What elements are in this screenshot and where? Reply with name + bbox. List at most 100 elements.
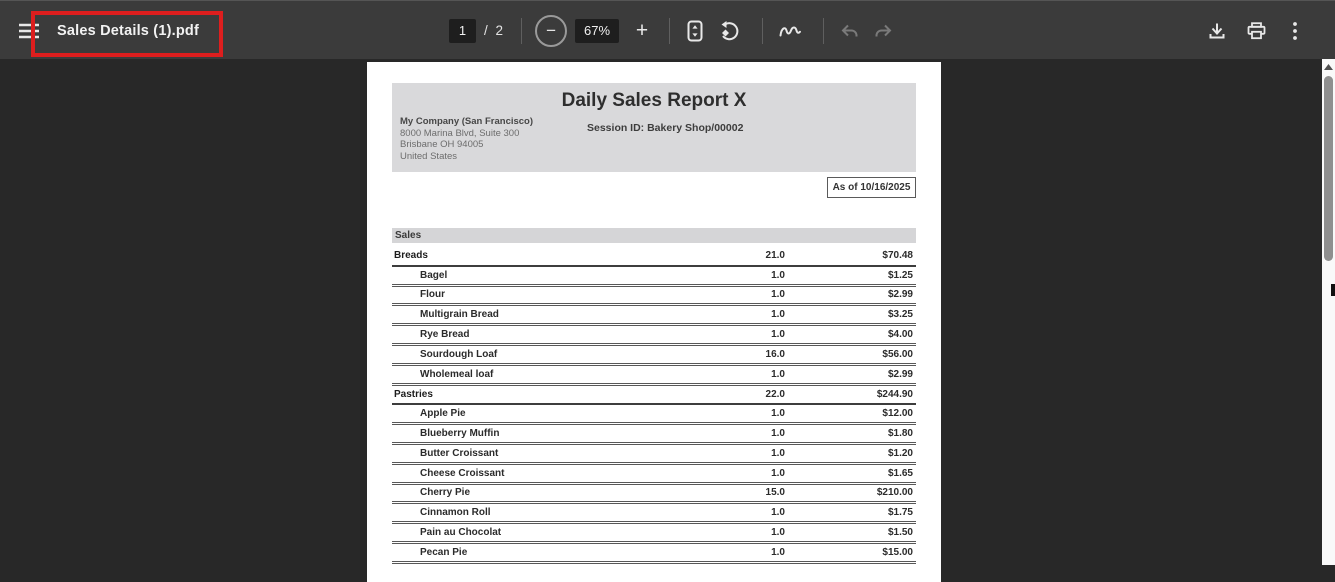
table-cell-qty: 15.0 — [765, 487, 785, 499]
table-cell-qty: 1.0 — [771, 507, 785, 519]
table-cell-amount: $244.90 — [876, 388, 913, 400]
toolbar-left-group — [0, 1, 46, 60]
item-row: Cherry Pie 15.0 $210.00 — [392, 485, 916, 505]
more-options-button[interactable] — [1278, 14, 1312, 48]
page-count-label: / 2 — [484, 23, 505, 38]
redo-button[interactable] — [866, 14, 900, 48]
table-cell-qty: 1.0 — [771, 527, 785, 539]
rotate-button[interactable] — [712, 14, 746, 48]
table-cell-qty: 1.0 — [771, 546, 785, 558]
table-cell-name: Breads — [394, 250, 428, 262]
table-cell-qty: 1.0 — [771, 309, 785, 321]
annotate-button[interactable] — [773, 14, 807, 48]
table-cell-qty: 1.0 — [771, 368, 785, 380]
item-row: Rye Bread 1.0 $4.00 — [392, 326, 916, 346]
item-row: Cheese Croissant 1.0 $1.65 — [392, 465, 916, 485]
item-row: Bagel 1.0 $1.25 — [392, 267, 916, 287]
table-cell-qty: 16.0 — [765, 348, 785, 360]
zoom-out-button[interactable]: − — [535, 14, 568, 47]
zoom-in-button[interactable]: + — [631, 19, 653, 43]
session-id: Session ID: Bakery Shop/00002 — [587, 122, 744, 134]
zoom-level-value: 67% — [584, 23, 611, 38]
table-cell-qty: 1.0 — [771, 467, 785, 479]
zoom-level-display[interactable]: 67% — [575, 18, 620, 43]
undo-button[interactable] — [832, 14, 866, 48]
item-row: Multigrain Bread 1.0 $3.25 — [392, 306, 916, 327]
toolbar-separator — [669, 17, 671, 44]
item-row: Wholemeal loaf 1.0 $2.99 — [392, 366, 916, 386]
toolbar-separator — [823, 17, 825, 44]
table-cell-amount: $1.75 — [887, 507, 913, 519]
table-cell-name: Bagel — [420, 269, 448, 281]
table-cell-name: Sourdough Loaf — [420, 348, 498, 360]
item-row: Butter Croissant 1.0 $1.20 — [392, 445, 916, 465]
kebab-menu-icon — [1293, 21, 1297, 40]
as-of-date-box: As of 10/16/2025 — [827, 177, 916, 198]
toolbar-center-group: / 2 − 67% + — [443, 1, 900, 60]
pdf-viewer-canvas: Daily Sales Report X My Company (San Fra… — [0, 59, 1335, 582]
download-icon — [1209, 23, 1225, 38]
table-cell-name: Cherry Pie — [420, 487, 471, 499]
table-cell-name: Pain au Chocolat — [420, 527, 502, 539]
table-cell-qty: 1.0 — [771, 289, 785, 301]
scroll-up-arrow-icon — [1324, 64, 1333, 70]
category-row: Breads 21.0 $70.48 — [392, 247, 916, 267]
table-cell-amount: $15.00 — [882, 546, 913, 558]
report-header-box: Daily Sales Report X My Company (San Fra… — [392, 83, 916, 172]
vertical-scrollbar[interactable] — [1322, 59, 1335, 565]
fit-page-icon — [687, 20, 703, 41]
table-cell-name: Cinnamon Roll — [420, 507, 491, 519]
scrollbar-up-button[interactable] — [1322, 61, 1335, 73]
rotate-counterclockwise-icon — [721, 20, 739, 40]
table-cell-qty: 1.0 — [771, 447, 785, 459]
item-row: Sourdough Loaf 16.0 $56.00 — [392, 346, 916, 366]
print-button[interactable] — [1239, 14, 1273, 48]
table-cell-amount: $1.50 — [887, 527, 913, 539]
item-row: Cinnamon Roll 1.0 $1.75 — [392, 504, 916, 525]
menu-button[interactable] — [12, 14, 46, 48]
table-cell-amount: $1.80 — [887, 428, 913, 440]
toolbar-separator — [521, 17, 523, 44]
toolbar-right-group — [1200, 1, 1312, 60]
minus-icon: − — [546, 21, 557, 40]
pdf-viewer-toolbar: Sales Details (1).pdf / 2 − 67% + — [0, 0, 1335, 59]
table-cell-name: Apple Pie — [420, 408, 466, 420]
mouse-cursor — [1331, 284, 1335, 296]
print-icon — [1247, 21, 1265, 39]
company-address-line: United States — [400, 150, 458, 162]
table-cell-name: Multigrain Bread — [420, 309, 499, 321]
sales-section-header: Sales — [392, 228, 916, 243]
table-cell-amount: $12.00 — [882, 408, 913, 420]
table-cell-amount: $210.00 — [876, 487, 913, 499]
company-name: My Company (San Francisco) — [400, 116, 534, 127]
table-cell-name: Cheese Croissant — [420, 467, 505, 479]
item-row: Apple Pie 1.0 $12.00 — [392, 405, 916, 426]
table-cell-qty: 1.0 — [771, 269, 785, 281]
scrollbar-thumb[interactable] — [1324, 76, 1333, 261]
table-cell-name: Blueberry Muffin — [420, 428, 500, 440]
company-address-block: My Company (San Francisco) 8000 Marina B… — [400, 116, 533, 162]
table-cell-name: Wholemeal loaf — [420, 368, 494, 380]
item-row: Flour 1.0 $2.99 — [392, 287, 916, 307]
pen-squiggle-icon — [779, 26, 802, 36]
table-cell-qty: 1.0 — [771, 329, 785, 341]
category-row: Pastries 22.0 $244.90 — [392, 386, 916, 406]
table-cell-qty: 1.0 — [771, 428, 785, 440]
table-cell-amount: $3.25 — [887, 309, 913, 321]
sales-table: Breads 21.0 $70.48 Bagel 1.0 $1.25 Flour 1.0 $2.… — [392, 247, 916, 564]
page-number-input[interactable] — [449, 18, 476, 43]
table-cell-name: Butter Croissant — [420, 447, 499, 459]
table-cell-amount: $56.00 — [882, 348, 913, 360]
report-title: Daily Sales Report X — [561, 90, 747, 111]
item-row: Pecan Pie 1.0 $15.00 — [392, 544, 916, 564]
page-total: 2 — [495, 23, 506, 38]
download-button[interactable] — [1200, 14, 1234, 48]
hamburger-icon — [19, 23, 39, 38]
fit-to-page-button[interactable] — [678, 14, 712, 48]
table-cell-name: Pastries — [394, 388, 433, 400]
table-cell-amount: $1.65 — [887, 467, 913, 479]
undo-icon — [841, 24, 858, 36]
page-separator: / — [484, 23, 490, 38]
document-filename: Sales Details (1).pdf — [57, 22, 199, 39]
toolbar-separator — [762, 17, 764, 44]
